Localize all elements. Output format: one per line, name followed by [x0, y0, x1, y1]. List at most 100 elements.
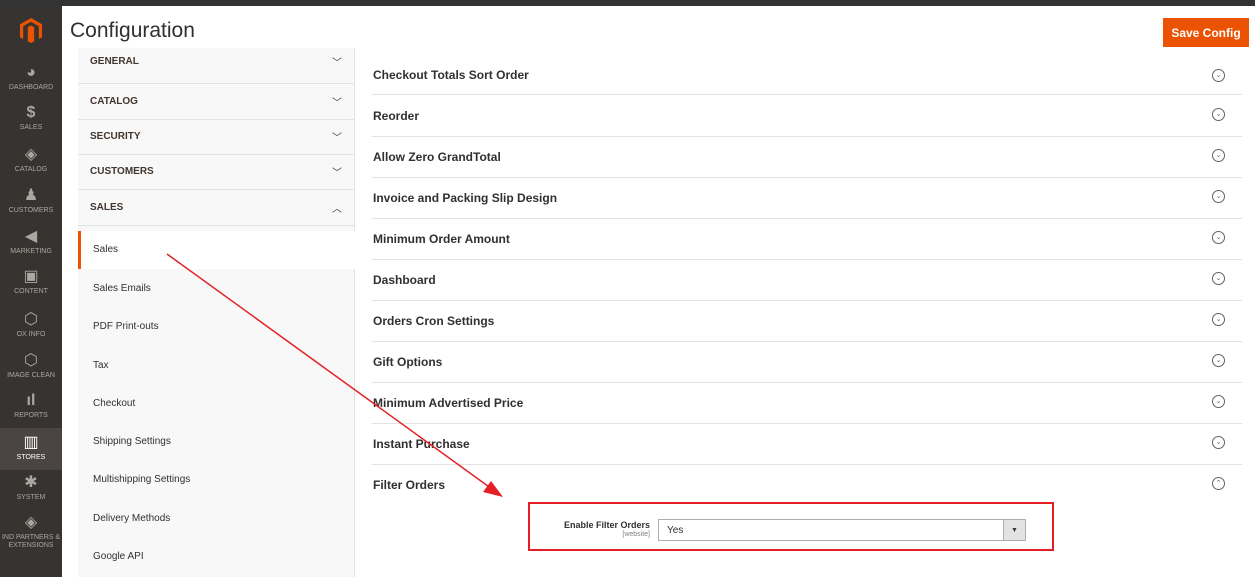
expand-circle-icon: ⌄ [1212, 436, 1225, 449]
section-title: Gift Options [373, 355, 443, 369]
store-icon: ▥ [23, 434, 39, 451]
section-reorder[interactable]: Reorder ⌄ [372, 95, 1242, 137]
chevron-down-icon: ﹀ [332, 58, 342, 69]
nav-item-reports[interactable]: ıl REPORTS [0, 392, 62, 424]
subitem-label: Checkout [93, 398, 136, 409]
cube-icon: ◈ [24, 514, 38, 531]
subitem-checkout[interactable]: Checkout [78, 385, 354, 423]
subitem-label: Sales Emails [93, 283, 151, 294]
section-title: Dashboard [373, 273, 436, 287]
section-title: Instant Purchase [373, 437, 470, 451]
section-title: Filter Orders [373, 478, 446, 492]
nav-item-catalog[interactable]: ◈ CATALOG [0, 146, 62, 178]
section-title: Invoice and Packing Slip Design [373, 191, 558, 205]
nav-label: MARKETING [10, 248, 52, 255]
expand-circle-icon: ⌄ [1212, 190, 1225, 203]
tab-catalog[interactable]: CATALOG ﹀ [78, 84, 354, 120]
section-minimum-order-amount[interactable]: Minimum Order Amount ⌄ [372, 218, 1242, 260]
subitem-google-api[interactable]: Google API [78, 538, 354, 576]
tab-label: SECURITY [90, 131, 141, 142]
expand-circle-icon: ⌄ [1212, 149, 1225, 162]
subitem-label: Delivery Methods [93, 513, 171, 524]
subitem-tax[interactable]: Tax [78, 347, 354, 385]
section-allow-zero-grandtotal[interactable]: Allow Zero GrandTotal ⌄ [372, 136, 1242, 178]
nav-item-marketing[interactable]: ◀ MARKETING [0, 228, 62, 260]
nav-item-partners-extensions[interactable]: ◈ IND PARTNERS & EXTENSIONS [0, 514, 62, 558]
section-checkout-totals-sort-order[interactable]: Checkout Totals Sort Order ⌄ [372, 53, 1242, 95]
magento-logo-icon [20, 18, 42, 43]
nav-label: IMAGE CLEAN [7, 372, 55, 379]
nav-item-sales[interactable]: $ SALES [0, 104, 62, 136]
nav-item-dashboard[interactable]: ◕ DASHBOARD [0, 64, 62, 96]
section-title: Minimum Order Amount [373, 232, 510, 246]
chevron-down-icon: ﹀ [332, 168, 342, 179]
tab-security[interactable]: SECURITY ﹀ [78, 119, 354, 155]
subitem-label: Sales [93, 244, 119, 255]
section-orders-cron-settings[interactable]: Orders Cron Settings ⌄ [372, 300, 1242, 342]
tab-general[interactable]: GENERAL ﹀ [78, 48, 354, 84]
subitem-label: Multishipping Settings [93, 474, 191, 485]
subitem-pdf-print-outs[interactable]: PDF Print-outs [78, 308, 354, 346]
nav-item-content[interactable]: ▣ CONTENT [0, 268, 62, 300]
magento-logo[interactable] [0, 6, 62, 56]
section-title: Minimum Advertised Price [373, 396, 524, 410]
tab-label: CUSTOMERS [90, 166, 154, 177]
section-title: Allow Zero GrandTotal [373, 150, 501, 164]
dashboard-icon: ◕ [26, 64, 36, 81]
megaphone-icon: ◀ [24, 228, 38, 245]
person-icon: ♟ [23, 187, 39, 204]
section-invoice-packing-slip-design[interactable]: Invoice and Packing Slip Design ⌄ [372, 177, 1242, 219]
nav-label: OX INFO [16, 331, 46, 338]
bar-chart-icon: ıl [26, 392, 36, 409]
subitem-multishipping-settings[interactable]: Multishipping Settings [78, 461, 354, 499]
expand-circle-icon: ⌄ [1212, 108, 1225, 121]
section-title: Orders Cron Settings [373, 314, 495, 328]
section-title: Checkout Totals Sort Order [373, 68, 529, 82]
hexagon-icon: ⬡ [24, 352, 38, 369]
nav-label: REPORTS [14, 412, 48, 419]
subitem-shipping-settings[interactable]: Shipping Settings [78, 423, 354, 461]
layout-icon: ▣ [23, 268, 39, 285]
page-title: Configuration [70, 19, 195, 42]
admin-sidebar: ◕ DASHBOARD $ SALES ◈ CATALOG ♟ CUSTOMER… [0, 6, 62, 577]
tab-label: GENERAL [90, 56, 139, 67]
chevron-down-icon: ﹀ [332, 98, 342, 109]
section-minimum-advertised-price[interactable]: Minimum Advertised Price ⌄ [372, 382, 1242, 424]
gear-icon: ✱ [24, 474, 38, 491]
collapse-circle-icon: ⌃ [1212, 477, 1225, 490]
nav-label: CUSTOMERS [8, 207, 54, 214]
section-instant-purchase[interactable]: Instant Purchase ⌄ [372, 423, 1242, 465]
chevron-up-icon: ︿ [332, 204, 342, 215]
subitem-label: Tax [93, 360, 109, 371]
subitem-sales[interactable]: Sales [78, 231, 357, 269]
tab-customers[interactable]: CUSTOMERS ﹀ [78, 154, 354, 190]
nav-label: SYSTEM [16, 494, 46, 501]
section-dashboard[interactable]: Dashboard ⌄ [372, 259, 1242, 301]
dollar-icon: $ [26, 104, 36, 121]
config-tabs: GENERAL ﹀ CATALOG ﹀ SECURITY ﹀ CUSTOMERS… [78, 48, 357, 577]
section-title: Reorder [373, 109, 420, 123]
nav-item-ox-info[interactable]: ⬡ OX INFO [0, 311, 62, 343]
tab-label: SALES [90, 202, 124, 213]
section-filter-orders[interactable]: Filter Orders ⌃ [372, 464, 1242, 505]
nav-label: IND PARTNERS & EXTENSIONS [1, 534, 61, 549]
section-gift-options[interactable]: Gift Options ⌄ [372, 341, 1242, 383]
nav-item-stores[interactable]: ▥ STORES [0, 428, 62, 470]
nav-label: DASHBOARD [8, 84, 54, 91]
nav-item-image-clean[interactable]: ⬡ IMAGE CLEAN [0, 352, 62, 384]
expand-circle-icon: ⌄ [1212, 272, 1225, 285]
save-config-button[interactable]: Save Config [1163, 18, 1249, 47]
cube-icon: ◈ [24, 146, 38, 163]
nav-label: CATALOG [14, 166, 48, 173]
subitem-sales-emails[interactable]: Sales Emails [78, 270, 354, 308]
nav-label: CONTENT [14, 288, 48, 295]
expand-circle-icon: ⌄ [1212, 69, 1225, 82]
expand-circle-icon: ⌄ [1212, 354, 1225, 367]
subitem-delivery-methods[interactable]: Delivery Methods [78, 500, 354, 538]
hexagon-icon: ⬡ [24, 311, 38, 328]
expand-circle-icon: ⌄ [1212, 313, 1225, 326]
tab-sales[interactable]: SALES ︿ [78, 190, 354, 226]
subitem-label: PDF Print-outs [93, 321, 159, 332]
nav-item-system[interactable]: ✱ SYSTEM [0, 474, 62, 506]
nav-item-customers[interactable]: ♟ CUSTOMERS [0, 187, 62, 219]
